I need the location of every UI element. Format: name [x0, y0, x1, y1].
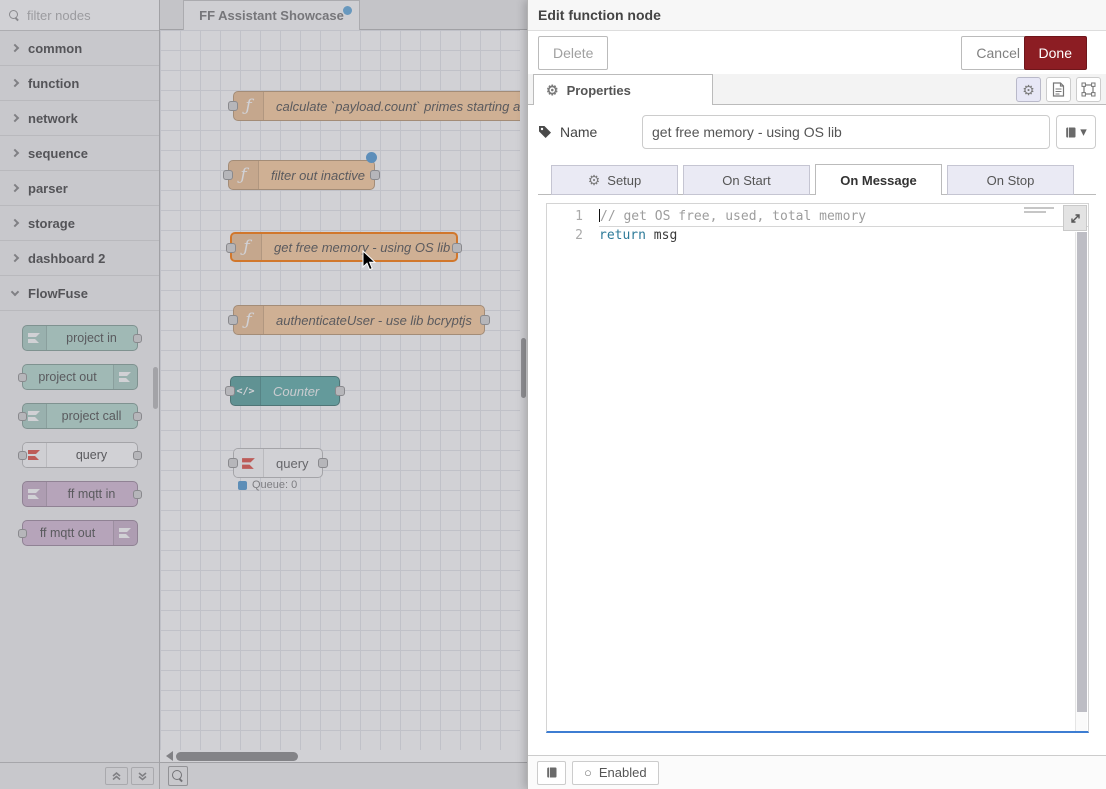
book-icon [546, 766, 558, 779]
node-enabled-toggle[interactable]: ○ Enabled [572, 761, 659, 785]
name-row: Name ▾ [538, 115, 1096, 149]
gear-icon: ⚙ [546, 83, 559, 97]
caret-down-icon: ▾ [1080, 124, 1087, 140]
code-text: msg [646, 228, 677, 243]
tab-on-start[interactable]: On Start [683, 165, 810, 195]
node-red-app: filter nodes common function network seq… [0, 0, 1106, 789]
code-comment: // get OS free, used, total memory [600, 209, 866, 224]
name-label-text: Name [560, 124, 597, 140]
library-export-button[interactable] [537, 761, 566, 785]
enabled-label: Enabled [599, 765, 647, 780]
library-button[interactable]: ▾ [1056, 115, 1096, 149]
tab-setup[interactable]: ⚙ Setup [551, 165, 678, 195]
tab-label: Setup [607, 173, 641, 188]
name-label: Name [538, 124, 642, 140]
line-number: 2 [547, 227, 599, 245]
editor-shade-overlay [0, 0, 527, 789]
tab-label: On Stop [987, 173, 1035, 188]
function-tabs: ⚙ Setup On Start On Message On Stop [538, 164, 1096, 195]
line-number: 1 [547, 208, 599, 227]
description-view-button[interactable] [1046, 77, 1071, 102]
book-icon [1065, 126, 1077, 139]
done-button[interactable]: Done [1024, 36, 1087, 70]
tab-on-message[interactable]: On Message [815, 164, 942, 195]
dialog-footer: ○ Enabled [528, 755, 1106, 789]
dialog-form: Name ▾ ⚙ Setup On Start On Message [528, 105, 1106, 755]
tab-label: On Message [840, 173, 917, 188]
document-icon [1052, 82, 1065, 97]
editor-minimap [1024, 207, 1058, 215]
tab-label: On Start [722, 173, 770, 188]
properties-tab-label: Properties [567, 83, 631, 98]
tab-on-stop[interactable]: On Stop [947, 165, 1074, 195]
code-line: 1 // get OS free, used, total memory [547, 208, 1088, 227]
edit-node-dialog: Edit function node Delete Cancel Done ⚙ … [527, 0, 1106, 789]
dialog-tabrow: ⚙ Properties ⚙ [528, 74, 1106, 105]
gear-icon: ⚙ [1022, 83, 1035, 97]
diagonal-expand-icon [1070, 213, 1081, 224]
dialog-toolbar: Delete Cancel Done [528, 31, 1106, 74]
left-pane: filter nodes common function network seq… [0, 0, 527, 789]
code-editor[interactable]: 1 // get OS free, used, total memory 2 r… [546, 203, 1089, 733]
delete-button[interactable]: Delete [538, 36, 608, 70]
appearance-frame-icon [1081, 82, 1096, 97]
editor-scrollbar-thumb[interactable] [1077, 232, 1087, 712]
gear-icon: ⚙ [588, 173, 601, 187]
editor-expand-button[interactable] [1063, 205, 1087, 231]
dialog-title: Edit function node [538, 7, 661, 23]
dialog-header: Edit function node [528, 0, 1106, 31]
tag-icon [538, 125, 552, 139]
dialog-tab-buttons: ⚙ [1016, 77, 1101, 102]
properties-view-button[interactable]: ⚙ [1016, 77, 1041, 102]
mouse-pointer-icon [362, 250, 376, 274]
editor-scrollbar [1075, 232, 1087, 731]
code-keyword: return [599, 228, 646, 243]
code-line: 2 return msg [547, 227, 1088, 245]
appearance-view-button[interactable] [1076, 77, 1101, 102]
tab-properties[interactable]: ⚙ Properties [533, 74, 713, 105]
name-input[interactable] [642, 115, 1050, 149]
enabled-state-icon: ○ [584, 766, 592, 779]
